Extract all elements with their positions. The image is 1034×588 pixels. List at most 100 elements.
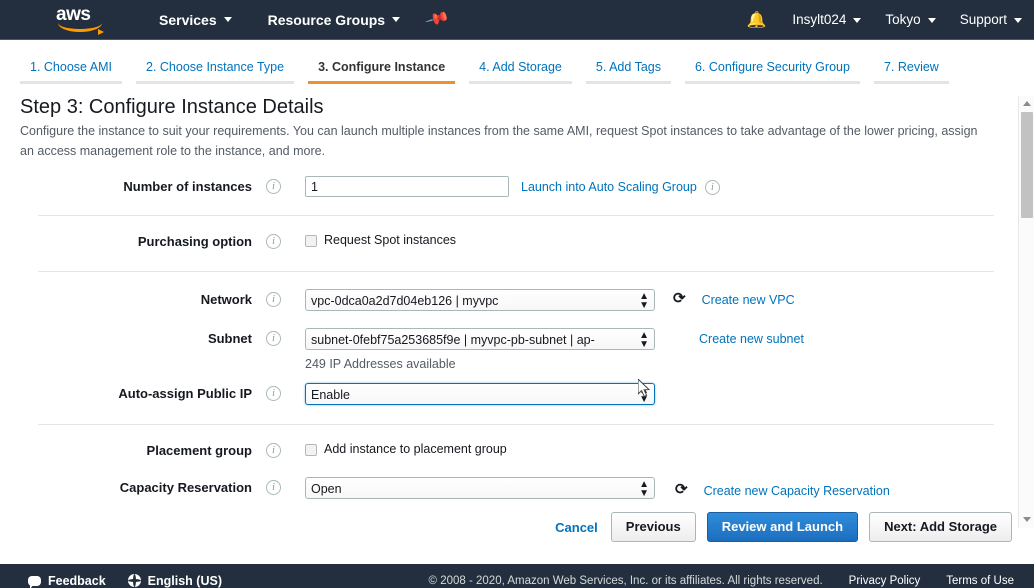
row-capacity-reservation: Capacity Reservation i Open ▲ ▼ ⟳ Create … bbox=[0, 476, 1034, 502]
label-network: Network bbox=[200, 292, 252, 307]
feedback-button[interactable]: Feedback bbox=[28, 574, 106, 588]
control-network: vpc-0dca0a2d7d04eb126 | myvpc ▲ ▼ ⟳ Creat… bbox=[305, 288, 795, 311]
refresh-vpc-icon[interactable]: ⟳ bbox=[673, 289, 686, 307]
info-icon[interactable]: i bbox=[266, 386, 281, 401]
row-network: Network i vpc-0dca0a2d7d04eb126 | myvpc … bbox=[0, 288, 1034, 314]
nav-region-menu[interactable]: Tokyo bbox=[873, 0, 947, 40]
instance-details-form: Number of instances i Launch into Auto S… bbox=[0, 175, 1034, 502]
request-spot-instances-checkbox[interactable] bbox=[305, 235, 317, 247]
main-content: Step 3: Configure Instance Details Confi… bbox=[0, 96, 1034, 564]
control-capacity-reservation: Open ▲ ▼ ⟳ Create new Capacity Reservatio… bbox=[305, 476, 890, 499]
nav-region-label: Tokyo bbox=[885, 12, 921, 27]
speech-bubble-icon bbox=[28, 575, 41, 588]
terms-of-use-link[interactable]: Terms of Use bbox=[946, 575, 1014, 587]
scroll-up-arrow-icon[interactable] bbox=[1023, 101, 1031, 106]
network-select[interactable]: vpc-0dca0a2d7d04eb126 | myvpc ▲ ▼ bbox=[305, 289, 655, 311]
nav-support-label: Support bbox=[959, 12, 1007, 27]
privacy-policy-link[interactable]: Privacy Policy bbox=[849, 575, 921, 587]
wizard-step-1[interactable]: 1. Choose AMI bbox=[20, 60, 122, 84]
language-label: English (US) bbox=[147, 573, 222, 588]
row-auto-assign-public-ip: Auto-assign Public IP i Enable ▲ ▼ bbox=[0, 382, 1034, 408]
capacity-reservation-select[interactable]: Open ▲ ▼ bbox=[305, 477, 655, 499]
bell-icon[interactable]: 🔔 bbox=[732, 10, 780, 30]
control-subnet: subnet-0febf75a253685f9e | myvpc-pb-subn… bbox=[305, 327, 804, 371]
review-and-launch-button[interactable]: Review and Launch bbox=[706, 512, 859, 542]
section-divider bbox=[38, 271, 994, 272]
control-number-of-instances: Launch into Auto Scaling Group i bbox=[305, 175, 720, 197]
subnet-select[interactable]: subnet-0febf75a253685f9e | myvpc-pb-subn… bbox=[305, 328, 655, 350]
row-number-of-instances: Number of instances i Launch into Auto S… bbox=[0, 175, 1034, 201]
label-capacity-reservation: Capacity Reservation bbox=[119, 480, 252, 495]
footer-left-group: Feedback English (US) bbox=[28, 574, 222, 588]
nav-right-group: 🔔 Insylt024 Tokyo Support bbox=[732, 0, 1034, 40]
feedback-label: Feedback bbox=[48, 573, 106, 588]
info-icon[interactable]: i bbox=[704, 180, 720, 195]
previous-button[interactable]: Previous bbox=[610, 512, 696, 542]
label-number-of-instances: Number of instances bbox=[123, 179, 252, 194]
chevron-down-icon bbox=[223, 17, 232, 22]
info-icon[interactable]: i bbox=[266, 179, 281, 194]
control-purchasing-option: Request Spot instances bbox=[305, 230, 456, 247]
capacity-reservation-value: Open bbox=[311, 482, 342, 496]
info-icon[interactable]: i bbox=[266, 234, 281, 249]
create-new-subnet-link[interactable]: Create new subnet bbox=[699, 328, 804, 346]
footer-right-group: © 2008 - 2020, Amazon Web Services, Inc.… bbox=[429, 575, 1014, 587]
cancel-button[interactable]: Cancel bbox=[555, 520, 598, 535]
info-icon[interactable]: i bbox=[266, 331, 281, 346]
control-auto-assign-public-ip: Enable ▲ ▼ bbox=[305, 382, 655, 405]
spinner-arrows-icon: ▲ ▼ bbox=[639, 330, 649, 350]
add-to-placement-group-label: Add instance to placement group bbox=[324, 442, 507, 456]
row-subnet: Subnet i subnet-0febf75a253685f9e | myvp… bbox=[0, 327, 1034, 371]
create-new-vpc-link[interactable]: Create new VPC bbox=[702, 289, 795, 307]
add-to-placement-group-checkbox[interactable] bbox=[305, 444, 317, 456]
control-placement-group: Add instance to placement group bbox=[305, 439, 507, 456]
nav-support-menu[interactable]: Support bbox=[948, 0, 1034, 40]
info-icon[interactable]: i bbox=[266, 443, 281, 458]
copyright-text: © 2008 - 2020, Amazon Web Services, Inc.… bbox=[428, 574, 823, 587]
globe-icon bbox=[127, 574, 141, 587]
wizard-step-5[interactable]: 5. Add Tags bbox=[585, 60, 671, 84]
wizard-step-6[interactable]: 6. Configure Security Group bbox=[684, 60, 860, 84]
nav-account-menu[interactable]: Insylt024 bbox=[780, 0, 873, 40]
number-of-instances-input[interactable] bbox=[305, 176, 509, 197]
scroll-down-arrow-icon[interactable] bbox=[1023, 517, 1031, 522]
wizard-step-7[interactable]: 7. Review bbox=[873, 60, 949, 84]
page-title: Step 3: Configure Instance Details bbox=[20, 96, 324, 118]
chevron-down-icon bbox=[392, 17, 401, 22]
nav-resource-groups[interactable]: Resource Groups bbox=[255, 0, 413, 40]
wizard-step-3[interactable]: 3. Configure Instance bbox=[308, 60, 456, 84]
aws-logo-swoosh bbox=[58, 23, 104, 35]
create-new-capacity-reservation-link[interactable]: Create new Capacity Reservation bbox=[704, 477, 890, 498]
wizard-step-2[interactable]: 2. Choose Instance Type bbox=[136, 60, 295, 84]
auto-assign-public-ip-select[interactable]: Enable ▲ ▼ bbox=[305, 383, 655, 405]
label-purchasing-option: Purchasing option bbox=[137, 234, 252, 249]
nav-services[interactable]: Services bbox=[146, 0, 245, 40]
refresh-capacity-reservation-icon[interactable]: ⟳ bbox=[675, 477, 688, 498]
page-description: Configure the instance to suit your requ… bbox=[20, 124, 978, 158]
launch-into-asg-link[interactable]: Launch into Auto Scaling Group bbox=[521, 176, 697, 194]
language-selector[interactable]: English (US) bbox=[127, 573, 222, 588]
aws-logo[interactable]: aws bbox=[56, 5, 108, 35]
network-select-value: vpc-0dca0a2d7d04eb126 | myvpc bbox=[311, 294, 499, 308]
auto-assign-public-ip-value: Enable bbox=[311, 388, 350, 402]
spinner-arrows-icon: ▲ ▼ bbox=[639, 291, 649, 311]
section-divider bbox=[38, 424, 994, 425]
info-icon[interactable]: i bbox=[266, 480, 281, 495]
next-add-storage-button[interactable]: Next: Add Storage bbox=[869, 512, 1012, 542]
label-subnet: Subnet bbox=[207, 331, 252, 346]
subnet-select-value: subnet-0febf75a253685f9e | myvpc-pb-subn… bbox=[311, 333, 595, 347]
wizard-step-4[interactable]: 4. Add Storage bbox=[469, 60, 572, 84]
label-placement-group: Placement group bbox=[146, 443, 252, 458]
scrollbar-thumb[interactable] bbox=[1021, 112, 1033, 218]
section-divider bbox=[38, 215, 994, 216]
pin-icon[interactable]: 📌 bbox=[425, 7, 451, 31]
subnet-ip-helper-text: 249 IP Addresses available bbox=[305, 357, 456, 371]
nav-account-label: Insylt024 bbox=[792, 12, 847, 27]
info-icon[interactable]: i bbox=[266, 292, 281, 307]
action-buttons: Cancel Previous Review and Launch Next: … bbox=[555, 512, 1012, 542]
label-auto-assign-public-ip: Auto-assign Public IP bbox=[118, 386, 252, 401]
vertical-scrollbar[interactable] bbox=[1018, 96, 1034, 528]
nav-services-label: Services bbox=[159, 11, 217, 28]
request-spot-instances-label: Request Spot instances bbox=[324, 233, 457, 247]
row-purchasing-option: Purchasing option i Request Spot instanc… bbox=[0, 230, 1034, 256]
